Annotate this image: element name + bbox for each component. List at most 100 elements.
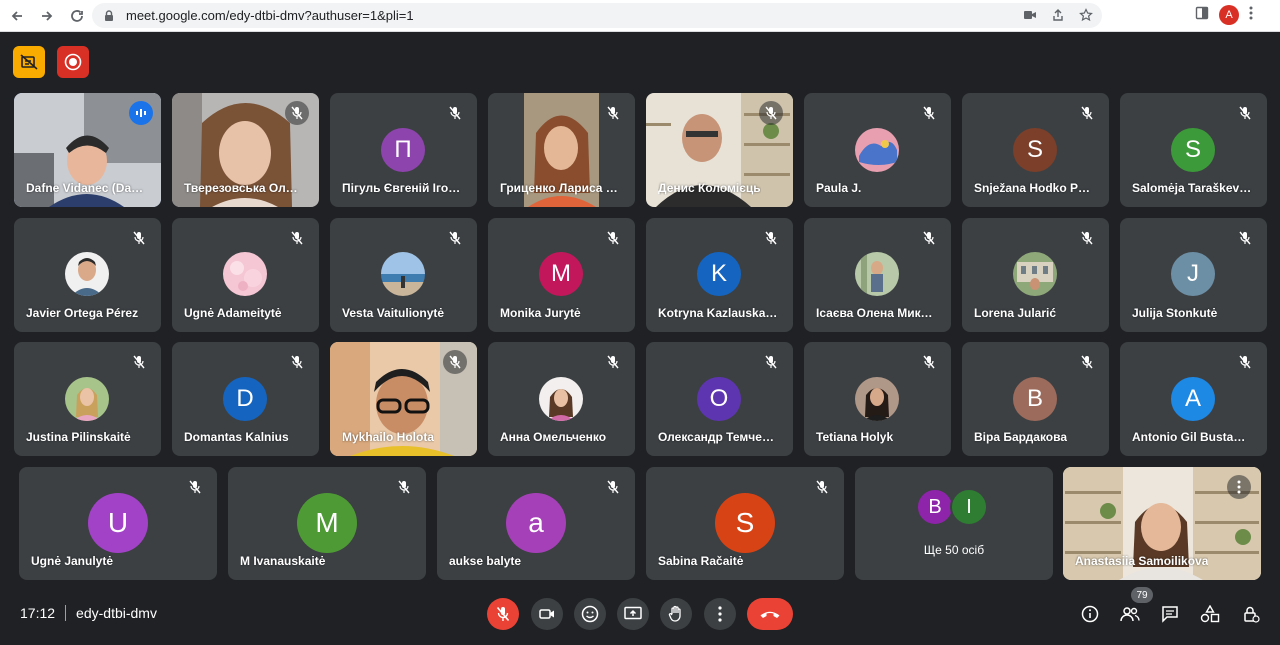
- participant-avatar: S: [715, 493, 775, 553]
- raise-hand-button[interactable]: [660, 598, 692, 630]
- participant-tile[interactable]: Mykhailo Holota: [330, 342, 477, 456]
- participant-tile[interactable]: Tetiana Holyk: [804, 342, 951, 456]
- chat-button[interactable]: [1158, 602, 1182, 626]
- participant-tile[interactable]: S Salomėja Taraškevič...: [1120, 93, 1267, 207]
- address-bar[interactable]: meet.google.com/edy-dtbi-dmv?authuser=1&…: [92, 3, 1102, 28]
- mic-off-icon: [810, 475, 834, 499]
- participant-name: Antonio Gil Bustam...: [1132, 430, 1252, 444]
- meeting-time: 17:12: [20, 605, 56, 621]
- participant-avatar: [855, 128, 899, 172]
- participant-tile[interactable]: K Kotryna Kazlauskaitė: [646, 218, 793, 332]
- participant-name: Kotryna Kazlauskaitė: [658, 306, 778, 320]
- back-icon[interactable]: [4, 3, 30, 29]
- participant-tile[interactable]: Vesta Vaitulionytė: [330, 218, 477, 332]
- present-icon: [624, 606, 642, 620]
- participant-avatar: [65, 252, 109, 296]
- participant-tile[interactable]: Justina Pilinskaitė: [14, 342, 161, 456]
- participant-name: M Ivanauskaitė: [240, 554, 326, 568]
- side-panel-icon[interactable]: [1195, 6, 1209, 25]
- forward-icon[interactable]: [34, 3, 60, 29]
- participant-tile[interactable]: Ugnė Adameitytė: [172, 218, 319, 332]
- participant-tile[interactable]: J Julija Stonkutė: [1120, 218, 1267, 332]
- camera-toggle-button[interactable]: [531, 598, 563, 630]
- participant-tile[interactable]: О Олександр Темчен...: [646, 342, 793, 456]
- info-icon: [1081, 605, 1099, 623]
- leave-call-button[interactable]: [747, 598, 793, 630]
- participant-avatar: I: [950, 488, 988, 526]
- more-options-button[interactable]: [704, 598, 736, 630]
- mic-toggle-button[interactable]: [487, 598, 519, 630]
- participant-name: Domantas Kalnius: [184, 430, 289, 444]
- meeting-code: edy-dtbi-dmv: [76, 605, 157, 621]
- participant-avatar: В: [1013, 377, 1057, 421]
- participant-avatar: [381, 252, 425, 296]
- mic-off-icon: [601, 475, 625, 499]
- participant-tile[interactable]: Денис Коломієць: [646, 93, 793, 207]
- participant-name: Julija Stonkutė: [1132, 306, 1218, 320]
- people-button[interactable]: [1118, 602, 1142, 626]
- record-icon: [64, 53, 82, 71]
- participant-tile[interactable]: a aukse balyte: [437, 467, 635, 580]
- participant-avatar: A: [1171, 377, 1215, 421]
- share-icon[interactable]: [1050, 7, 1066, 23]
- url-text: meet.google.com/edy-dtbi-dmv?authuser=1&…: [126, 8, 414, 23]
- hang-up-icon: [760, 611, 780, 618]
- participant-avatar: J: [1171, 252, 1215, 296]
- participant-tile[interactable]: Javier Ortega Pérez: [14, 218, 161, 332]
- participant-tile[interactable]: Тверезовська Олек...: [172, 93, 319, 207]
- profile-avatar[interactable]: A: [1219, 5, 1239, 25]
- no-video-icon: [20, 54, 38, 70]
- participant-name: Monika Jurytė: [500, 306, 581, 320]
- participant-tile[interactable]: M M Ivanauskaitė: [228, 467, 426, 580]
- participant-tile[interactable]: U Ugnė Janulytė: [19, 467, 217, 580]
- reload-icon[interactable]: [64, 3, 90, 29]
- participant-avatar: [65, 377, 109, 421]
- participant-name: Salomėja Taraškevič...: [1132, 181, 1252, 195]
- captions-off-badge[interactable]: [13, 46, 45, 78]
- participant-tile[interactable]: D Domantas Kalnius: [172, 342, 319, 456]
- divider: [65, 605, 67, 621]
- mic-off-icon: [1233, 226, 1257, 250]
- participant-tile[interactable]: Paula J.: [804, 93, 951, 207]
- participant-avatar: [1013, 252, 1057, 296]
- chat-icon: [1162, 606, 1178, 623]
- camera-permission-icon[interactable]: [1022, 7, 1038, 23]
- self-options-icon[interactable]: [1227, 475, 1251, 499]
- participant-tile[interactable]: M Monika Jurytė: [488, 218, 635, 332]
- browser-menu-icon[interactable]: [1249, 6, 1253, 25]
- participant-avatar: О: [697, 377, 741, 421]
- host-controls-button[interactable]: [1239, 602, 1263, 626]
- participant-name: Олександр Темчен...: [658, 430, 778, 444]
- participant-tile[interactable]: П Пігуль Євгеній Ігор...: [330, 93, 477, 207]
- participant-tile[interactable]: S Sabina Račaitė: [646, 467, 844, 580]
- raise-hand-icon: [668, 605, 681, 622]
- participant-name: Ugnė Janulytė: [31, 554, 114, 568]
- lock-icon[interactable]: [102, 9, 116, 23]
- self-view-tile[interactable]: Anastasiia Samoilikova: [1063, 467, 1261, 580]
- mic-off-icon: [1233, 101, 1257, 125]
- more-participants-tile[interactable]: B I Ще 50 осіб: [855, 467, 1053, 580]
- meeting-info-button[interactable]: [1078, 602, 1102, 626]
- participant-tile[interactable]: Dafne Vidanec (Dap...: [14, 93, 161, 207]
- participant-tile[interactable]: A Antonio Gil Bustam...: [1120, 342, 1267, 456]
- activities-button[interactable]: [1198, 602, 1222, 626]
- participant-avatar: П: [381, 128, 425, 172]
- participant-avatar: [855, 377, 899, 421]
- participant-tile[interactable]: В Віра Бардакова: [962, 342, 1109, 456]
- participant-tile[interactable]: S Snježana Hodko Pav...: [962, 93, 1109, 207]
- participant-tile[interactable]: Анна Омельченко: [488, 342, 635, 456]
- bookmark-star-icon[interactable]: [1078, 7, 1094, 23]
- participant-name: Денис Коломієць: [658, 181, 761, 195]
- reactions-button[interactable]: [574, 598, 606, 630]
- mic-off-icon: [1233, 350, 1257, 374]
- recording-badge[interactable]: [57, 46, 89, 78]
- mic-off-icon: [127, 350, 151, 374]
- present-screen-button[interactable]: [617, 598, 649, 630]
- participant-tile[interactable]: Гриценко Лариса Л...: [488, 93, 635, 207]
- participant-name: Віра Бардакова: [974, 430, 1068, 444]
- participant-name: Lorena Jularić: [974, 306, 1057, 320]
- participant-tile[interactable]: Lorena Jularić: [962, 218, 1109, 332]
- participant-tile[interactable]: Ісаєва Олена Мико...: [804, 218, 951, 332]
- participant-name: Тверезовська Олек...: [184, 181, 304, 195]
- participant-name: Анна Омельченко: [500, 430, 607, 444]
